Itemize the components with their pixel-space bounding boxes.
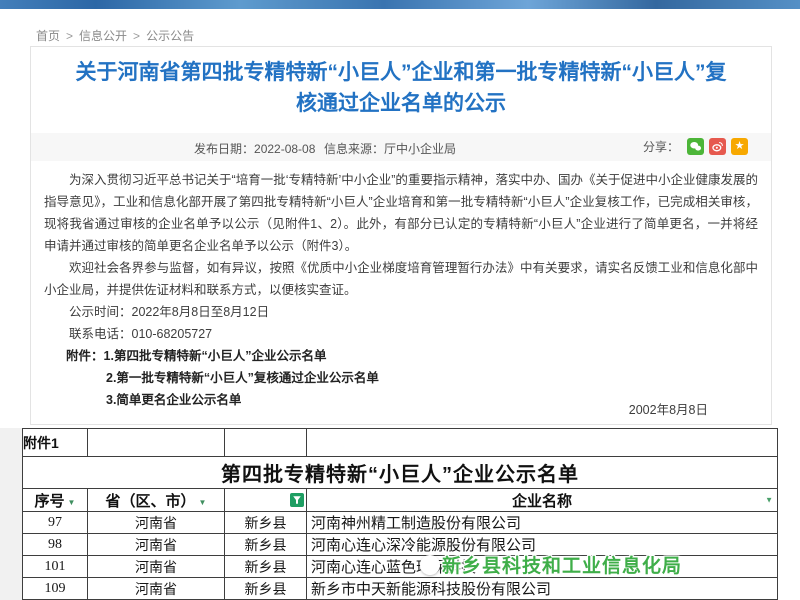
header-company-label: 企业名称 — [512, 494, 572, 510]
attachment-item-3: 3.简单更名企业公示名单 — [106, 389, 241, 411]
watermark-logo-icon — [420, 555, 440, 575]
watermark-text: 新乡县科技和工业信息化局 — [442, 551, 682, 578]
star-icon: ★ — [735, 138, 745, 155]
header-serial-number: 序号▼ — [23, 489, 88, 512]
share-label: 分享： — [643, 138, 679, 155]
article-meta-bar: 发布日期：2022-08-08 信息来源：厅中小企业局 分享： ★ — [31, 133, 771, 161]
attachment-item-1: 1.第四批专精特新“小巨人”企业公示名单 — [104, 349, 327, 363]
filter-dropdown-icon[interactable]: ▼ — [68, 498, 76, 507]
cell-province: 河南省 — [88, 512, 225, 534]
share-group: 分享： ★ — [643, 138, 748, 155]
cell-serial: 101 — [23, 556, 88, 578]
cell-serial: 98 — [23, 534, 88, 556]
header-county-filtered — [225, 489, 307, 512]
cell-serial: 109 — [23, 578, 88, 600]
page-title: 关于河南省第四批专精特新“小巨人”企业和第一批专精特新“小巨人”复核通过企业名单… — [69, 57, 733, 119]
top-nav-bar — [0, 0, 800, 9]
article-container: 关于河南省第四批专精特新“小巨人”企业和第一批专精特新“小巨人”复核通过企业名单… — [30, 46, 772, 425]
table-title: 第四批专精特新“小巨人”企业公示名单 — [23, 457, 778, 489]
weibo-glyph — [711, 140, 724, 153]
breadcrumb: 首页 > 信息公开 > 公示公告 — [36, 27, 194, 44]
publish-date: 发布日期：2022-08-08 — [194, 140, 315, 157]
header-province-label: 省（区、市） — [106, 494, 196, 510]
attachment-item-2: 2.第一批专精特新“小巨人”复核通过企业公示名单 — [106, 367, 379, 389]
empty-cell — [88, 429, 225, 457]
empty-cell — [225, 429, 307, 457]
contact-phone: 联系电话：010-68205727 — [44, 323, 758, 345]
cell-county: 新乡县 — [225, 556, 307, 578]
document-date: 2002年8月8日 — [629, 399, 708, 418]
filter-dropdown-icon[interactable]: ▼ — [765, 496, 773, 505]
attachment-label-row: 附件1 — [23, 429, 778, 457]
cell-county: 新乡县 — [225, 578, 307, 600]
public-notice-period: 公示时间：2022年8月8日至8月12日 — [44, 301, 758, 323]
cell-county: 新乡县 — [225, 512, 307, 534]
article-paragraph-2: 欢迎社会各界参与监督，如有异议，按照《优质中小企业梯度培育管理暂行办法》中有关要… — [44, 257, 758, 301]
attachment-line-1: 附件：1.第四批专精特新“小巨人”企业公示名单 — [66, 345, 326, 367]
breadcrumb-home[interactable]: 首页 — [36, 29, 60, 43]
header-company-name: 企业名称 ▼ — [307, 489, 778, 512]
table-row: 97 河南省 新乡县 河南神州精工制造股份有限公司 — [23, 512, 778, 534]
cell-province: 河南省 — [88, 578, 225, 600]
breadcrumb-separator: > — [133, 29, 140, 43]
active-filter-funnel-icon[interactable] — [290, 493, 304, 507]
table-title-row: 第四批专精特新“小巨人”企业公示名单 — [23, 457, 778, 489]
weibo-share-icon[interactable] — [709, 138, 726, 155]
publish-date-value: 2022-08-08 — [254, 142, 315, 156]
cell-company: 河南神州精工制造股份有限公司 — [307, 512, 778, 534]
publish-date-label: 发布日期： — [194, 142, 254, 156]
table-header-row: 序号▼ 省（区、市）▼ 企业名称▼ — [23, 489, 778, 512]
favorite-share-icon[interactable]: ★ — [731, 138, 748, 155]
breadcrumb-announcements[interactable]: 公示公告 — [146, 29, 194, 43]
cell-province: 河南省 — [88, 534, 225, 556]
cell-company: 新乡市中天新能源科技股份有限公司 — [307, 578, 778, 600]
attachment-label: 附件： — [66, 349, 104, 363]
cell-county: 新乡县 — [225, 534, 307, 556]
spreadsheet-gutter — [0, 428, 22, 600]
info-source-label: 信息来源： — [324, 142, 384, 156]
cell-serial: 97 — [23, 512, 88, 534]
wechat-share-icon[interactable] — [687, 138, 704, 155]
info-source: 信息来源：厅中小企业局 — [324, 140, 456, 157]
header-province: 省（区、市）▼ — [88, 489, 225, 512]
cell-province: 河南省 — [88, 556, 225, 578]
attachment1-label-cell: 附件1 — [23, 429, 88, 457]
info-source-value: 厅中小企业局 — [384, 142, 456, 156]
breadcrumb-separator: > — [66, 29, 73, 43]
header-serial-label: 序号 — [35, 494, 65, 510]
filter-dropdown-icon[interactable]: ▼ — [199, 498, 207, 507]
empty-highlight-cell — [307, 429, 778, 457]
article-paragraph-1: 为深入贯彻习近平总书记关于“培育一批‘专精特新’中小企业”的重要指示精神，落实中… — [44, 169, 758, 257]
wechat-bubble-glyph — [689, 140, 702, 153]
agency-watermark: 新乡县科技和工业信息化局 — [420, 551, 682, 578]
breadcrumb-info-disclosure[interactable]: 信息公开 — [79, 29, 127, 43]
funnel-glyph — [292, 495, 302, 505]
table-row: 109 河南省 新乡县 新乡市中天新能源科技股份有限公司 — [23, 578, 778, 600]
